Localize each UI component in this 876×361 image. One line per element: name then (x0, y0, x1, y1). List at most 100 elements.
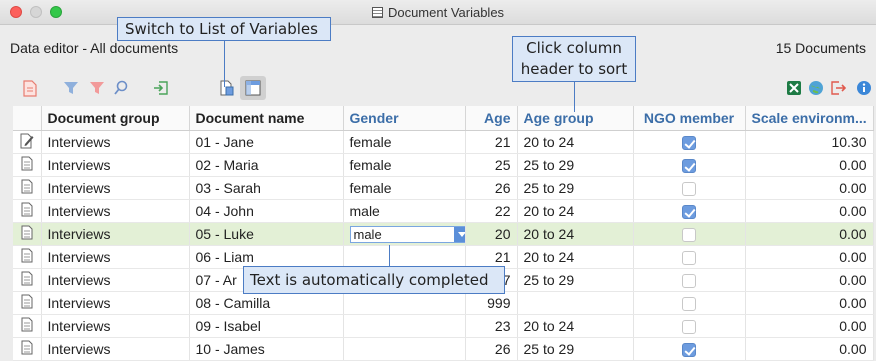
agegroup-cell[interactable]: 25 to 29 (517, 153, 634, 177)
ngo-member-checkbox[interactable] (682, 228, 696, 243)
ngo-member-cell[interactable] (633, 314, 746, 338)
agegroup-cell[interactable]: 25 to 29 (517, 268, 634, 292)
import-icon[interactable] (150, 76, 172, 100)
age-cell[interactable]: 23 (465, 314, 518, 338)
group-cell[interactable]: Interviews (41, 199, 190, 223)
column-header-age-group[interactable]: Age group (517, 106, 634, 131)
name-cell[interactable]: 01 - Jane (189, 130, 344, 154)
agegroup-cell[interactable] (517, 291, 634, 315)
table-row[interactable]: Interviews 05 - Luke male 20 20 to 24 0.00 (13, 222, 874, 246)
gender-autocomplete-input[interactable]: male (349, 225, 464, 243)
table-row[interactable]: Interviews 10 - James 26 25 to 29 0.00 (13, 337, 874, 361)
table-row[interactable]: Interviews 04 - John male 22 20 to 24 0.00 (13, 199, 874, 223)
age-cell[interactable]: 20 (465, 222, 518, 246)
ngo-member-checkbox[interactable] (682, 343, 696, 358)
name-cell[interactable]: 05 - Luke (189, 222, 344, 246)
tag-filter-icon[interactable] (86, 76, 108, 100)
group-cell[interactable]: Interviews (41, 176, 190, 200)
group-cell[interactable]: Interviews (41, 291, 190, 315)
group-cell[interactable]: Interviews (41, 153, 190, 177)
gender-cell[interactable]: female (343, 153, 466, 177)
table-row[interactable]: Interviews 02 - Maria female 25 25 to 29 0.00 (13, 153, 874, 177)
group-cell[interactable]: Interviews (41, 130, 190, 154)
scale-cell[interactable]: 0.00 (745, 153, 874, 177)
agegroup-cell[interactable]: 20 to 24 (517, 199, 634, 223)
dropdown-arrow-icon[interactable] (453, 226, 464, 242)
export-icon[interactable] (828, 76, 848, 100)
gender-cell[interactable] (343, 337, 466, 361)
filter-icon[interactable] (60, 76, 82, 100)
scale-cell[interactable]: 0.00 (745, 245, 874, 269)
column-header-ngo-member[interactable]: NGO member (633, 106, 746, 131)
agegroup-cell[interactable]: 25 to 29 (517, 337, 634, 361)
ngo-member-checkbox[interactable] (682, 159, 696, 174)
age-cell[interactable]: 21 (465, 130, 518, 154)
column-header-scale-environment[interactable]: Scale environm... (745, 106, 874, 131)
gender-cell[interactable]: female (343, 130, 466, 154)
name-cell[interactable]: 09 - Isabel (189, 314, 344, 338)
age-cell[interactable]: 999 (465, 291, 518, 315)
scale-cell[interactable]: 0.00 (745, 199, 874, 223)
name-cell[interactable]: 02 - Maria (189, 153, 344, 177)
ngo-member-cell[interactable] (633, 199, 746, 223)
ngo-member-checkbox[interactable] (682, 274, 696, 289)
document-icon[interactable] (20, 76, 40, 100)
group-cell[interactable]: Interviews (41, 222, 190, 246)
name-cell[interactable]: 03 - Sarah (189, 176, 344, 200)
table-row[interactable]: Interviews 09 - Isabel 23 20 to 24 0.00 (13, 314, 874, 338)
name-cell[interactable]: 08 - Camilla (189, 291, 344, 315)
gender-cell[interactable] (343, 314, 466, 338)
gender-cell[interactable]: male (343, 199, 466, 223)
ngo-member-checkbox[interactable] (682, 205, 696, 220)
scale-cell[interactable]: 0.00 (745, 291, 874, 315)
agegroup-cell[interactable]: 20 to 24 (517, 222, 634, 246)
table-row[interactable]: Interviews 03 - Sarah female 26 25 to 29 0.00 (13, 176, 874, 200)
ngo-member-cell[interactable] (633, 268, 746, 292)
ngo-member-checkbox[interactable] (682, 182, 696, 197)
ngo-member-checkbox[interactable] (682, 297, 696, 312)
group-cell[interactable]: Interviews (41, 337, 190, 361)
column-header-gender[interactable]: Gender (343, 106, 466, 131)
ngo-member-cell[interactable] (633, 245, 746, 269)
agegroup-cell[interactable]: 25 to 29 (517, 176, 634, 200)
ngo-member-checkbox[interactable] (682, 136, 696, 151)
ngo-member-checkbox[interactable] (682, 251, 696, 266)
ngo-member-cell[interactable] (633, 337, 746, 361)
ngo-member-cell[interactable] (633, 176, 746, 200)
name-cell[interactable]: 10 - James (189, 337, 344, 361)
gender-cell[interactable]: male (343, 222, 466, 246)
ngo-member-checkbox[interactable] (682, 320, 696, 335)
scale-cell[interactable]: 0.00 (745, 337, 874, 361)
ngo-member-cell[interactable] (633, 222, 746, 246)
agegroup-cell[interactable]: 20 to 24 (517, 245, 634, 269)
scale-cell[interactable]: 10.30 (745, 130, 874, 154)
group-cell[interactable]: Interviews (41, 268, 190, 292)
column-header-document-group[interactable]: Document group (41, 106, 190, 131)
scale-cell[interactable]: 0.00 (745, 222, 874, 246)
agegroup-cell[interactable]: 20 to 24 (517, 314, 634, 338)
gender-cell[interactable]: female (343, 176, 466, 200)
group-cell[interactable]: Interviews (41, 245, 190, 269)
name-cell[interactable]: 04 - John (189, 199, 344, 223)
ngo-member-cell[interactable] (633, 153, 746, 177)
ngo-member-cell[interactable] (633, 130, 746, 154)
table-row[interactable]: Interviews 01 - Jane female 21 20 to 24 10.30 (13, 130, 874, 154)
globe-icon[interactable] (806, 76, 826, 100)
scale-cell[interactable]: 0.00 (745, 268, 874, 292)
column-header-document-name[interactable]: Document name (189, 106, 344, 131)
age-cell[interactable]: 26 (465, 337, 518, 361)
table-view-icon[interactable] (240, 76, 266, 100)
scale-cell[interactable]: 0.00 (745, 314, 874, 338)
info-icon[interactable] (854, 76, 874, 100)
age-cell[interactable]: 26 (465, 176, 518, 200)
gender-cell[interactable] (343, 291, 466, 315)
variable-list-icon[interactable] (216, 76, 238, 100)
group-cell[interactable]: Interviews (41, 314, 190, 338)
search-icon[interactable] (110, 76, 132, 100)
ngo-member-cell[interactable] (633, 291, 746, 315)
table-row[interactable]: Interviews 08 - Camilla 999 0.00 (13, 291, 874, 315)
agegroup-cell[interactable]: 20 to 24 (517, 130, 634, 154)
age-cell[interactable]: 25 (465, 153, 518, 177)
age-cell[interactable]: 22 (465, 199, 518, 223)
excel-icon[interactable] (784, 76, 804, 100)
